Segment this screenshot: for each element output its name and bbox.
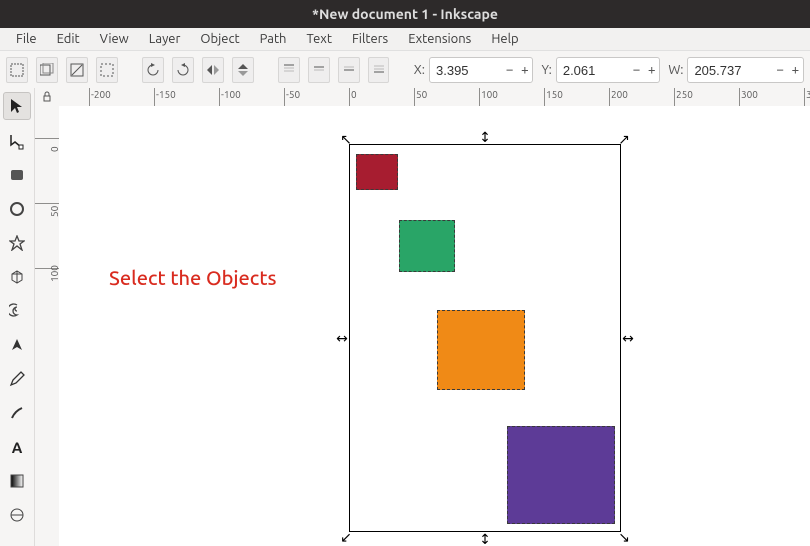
rectangle-tool[interactable]	[4, 162, 30, 188]
y-value[interactable]	[557, 63, 629, 78]
x-label: X:	[414, 63, 425, 77]
flip-v-icon[interactable]	[232, 57, 254, 83]
3dbox-tool[interactable]	[4, 264, 30, 290]
canvas[interactable]: Select the Objects ↖ ↕ ↗ ↔ ↔ ↙ ↕ ↘	[59, 106, 810, 546]
handle-nw[interactable]: ↖	[340, 133, 352, 145]
handle-ne[interactable]: ↗	[618, 133, 630, 145]
raise-icon[interactable]	[308, 57, 330, 83]
toggle-bbox-icon[interactable]	[96, 57, 118, 83]
star-tool[interactable]	[4, 230, 30, 256]
x-inc-button[interactable]: +	[517, 63, 532, 77]
w-label: W:	[668, 63, 683, 77]
menu-layer[interactable]: Layer	[139, 29, 191, 49]
raise-top-icon[interactable]	[278, 57, 300, 83]
menu-edit[interactable]: Edit	[47, 29, 90, 49]
w-dec-button[interactable]: −	[772, 63, 787, 77]
tool-controls-bar: X: −+ Y: −+ W: −+	[0, 51, 810, 90]
annotation-text: Select the Objects	[109, 266, 277, 289]
text-tool[interactable]: A	[4, 434, 30, 460]
x-dec-button[interactable]: −	[502, 63, 517, 77]
lower-bottom-icon[interactable]	[368, 57, 390, 83]
deselect-icon[interactable]	[66, 57, 88, 83]
handle-se[interactable]: ↘	[618, 531, 630, 543]
rotate-cw-icon[interactable]	[172, 57, 194, 83]
menu-file[interactable]: File	[6, 29, 47, 49]
menu-path[interactable]: Path	[250, 29, 297, 49]
menu-extensions[interactable]: Extensions	[398, 29, 481, 49]
canvas-area: -200-150-100-50050100150200250300350 050…	[35, 88, 810, 546]
ruler-horizontal[interactable]: -200-150-100-50050100150200250300350	[59, 88, 810, 107]
workarea: A -200-150-100-50050100150200250300350 0…	[0, 88, 810, 546]
selector-tool[interactable]	[3, 92, 31, 120]
handle-e[interactable]: ↔	[622, 332, 634, 344]
y-inc-button[interactable]: +	[644, 63, 659, 77]
menu-help[interactable]: Help	[481, 29, 528, 49]
w-value[interactable]	[688, 63, 772, 78]
tweak-tool[interactable]	[4, 502, 30, 528]
flip-h-icon[interactable]	[202, 57, 224, 83]
toolbox: A	[0, 88, 35, 546]
select-all-layers-icon[interactable]	[36, 57, 58, 83]
pen-tool[interactable]	[4, 332, 30, 358]
square-orange[interactable]	[437, 310, 525, 390]
x-input[interactable]: −+	[429, 57, 533, 83]
handle-sw[interactable]: ↙	[340, 531, 352, 543]
select-all-icon[interactable]	[6, 57, 28, 83]
lock-guides-icon[interactable]	[35, 88, 60, 107]
lower-icon[interactable]	[338, 57, 360, 83]
x-value[interactable]	[430, 63, 502, 78]
square-green[interactable]	[399, 220, 455, 272]
circle-tool[interactable]	[4, 196, 30, 222]
y-dec-button[interactable]: −	[629, 63, 644, 77]
menu-text[interactable]: Text	[296, 29, 341, 49]
menu-view[interactable]: View	[90, 29, 139, 49]
square-red[interactable]	[356, 154, 398, 190]
window-titlebar: *New document 1 - Inkscape	[0, 0, 810, 28]
y-input[interactable]: −+	[556, 57, 660, 83]
ruler-vertical[interactable]: 050100	[35, 106, 60, 546]
node-tool[interactable]	[4, 128, 30, 154]
menu-filters[interactable]: Filters	[342, 29, 398, 49]
window-title: *New document 1 - Inkscape	[312, 6, 498, 22]
gradient-tool[interactable]	[4, 468, 30, 494]
y-label: Y:	[541, 63, 551, 77]
square-purple[interactable]	[507, 426, 615, 524]
menubar: File Edit View Layer Object Path Text Fi…	[0, 28, 810, 51]
rotate-ccw-icon[interactable]	[142, 57, 164, 83]
handle-w[interactable]: ↔	[336, 332, 348, 344]
calligraphy-tool[interactable]	[4, 400, 30, 426]
spiral-tool[interactable]	[4, 298, 30, 324]
pencil-tool[interactable]	[4, 366, 30, 392]
handle-n[interactable]: ↕	[479, 131, 491, 143]
handle-s[interactable]: ↕	[479, 533, 491, 545]
w-input[interactable]: −+	[687, 57, 803, 83]
w-inc-button[interactable]: +	[788, 63, 803, 77]
menu-object[interactable]: Object	[190, 29, 249, 49]
